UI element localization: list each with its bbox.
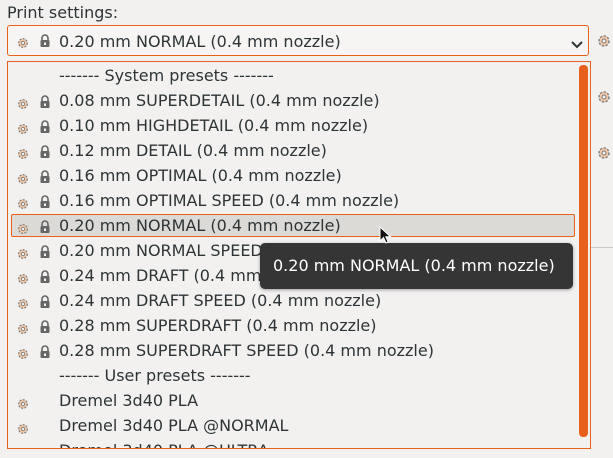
preset-item[interactable]: 0.08 mm SUPERDETAIL (0.4 mm nozzle) [8,89,576,113]
gear-icon [17,420,29,439]
gear-icon [17,270,29,289]
print-settings-combo[interactable]: 0.20 mm NORMAL (0.4 mm nozzle) [7,25,589,56]
preset-item[interactable]: 0.16 mm OPTIMAL SPEED (0.4 mm nozzle) [8,189,576,213]
preset-item-label: 0.16 mm OPTIMAL SPEED (0.4 mm nozzle) [59,191,400,210]
chevron-down-icon[interactable] [570,35,584,54]
gear-icon [17,170,29,189]
panel-divider [591,247,613,248]
gear-icon [17,345,29,364]
dropdown-scrollbar-thumb[interactable] [579,65,588,437]
preset-item[interactable]: 0.28 mm SUPERDRAFT SPEED (0.4 mm nozzle) [8,339,576,363]
gear-icon [17,245,29,264]
lock-icon [39,119,51,138]
preset-item[interactable]: 0.16 mm OPTIMAL (0.4 mm nozzle) [8,164,576,188]
gear-icon [17,445,29,448]
lock-icon [39,269,51,288]
preset-item[interactable]: 0.10 mm HIGHDETAIL (0.4 mm nozzle) [8,114,576,138]
gear-icon [17,120,29,139]
print-settings-panel: Print settings: 0.20 mm NORMAL (0.4 mm n… [0,0,613,458]
lock-icon [39,219,51,238]
preset-item-label: 0.08 mm SUPERDETAIL (0.4 mm nozzle) [59,91,380,110]
preset-item[interactable]: 0.12 mm DETAIL (0.4 mm nozzle) [8,139,576,163]
mouse-cursor-icon [379,225,393,250]
lock-icon [39,169,51,188]
preset-item[interactable]: 0.20 mm NORMAL (0.4 mm nozzle) [8,214,576,238]
preset-group-header: ------- System presets ------- [8,64,576,88]
lock-icon [39,194,51,213]
print-settings-label: Print settings: [7,3,119,22]
gear-icon [17,320,29,339]
gear-icon [17,34,29,53]
preset-item-label: 0.28 mm SUPERDRAFT SPEED (0.4 mm nozzle) [59,341,434,360]
lock-icon [39,33,51,52]
lock-icon [39,344,51,363]
preset-item[interactable]: Dremel 3d40 PLA @NORMAL [8,414,576,438]
preset-tooltip: 0.20 mm NORMAL (0.4 mm nozzle) [260,243,573,289]
preset-item-label: Dremel 3d40 PLA @ULTRA [59,441,269,448]
gear-icon[interactable] [597,33,611,52]
preset-item[interactable]: Dremel 3d40 PLA @ULTRA [8,439,576,448]
preset-item-label: 0.24 mm DRAFT SPEED (0.4 mm nozzle) [59,291,382,310]
gear-icon [17,220,29,239]
gear-icon [17,395,29,414]
lock-icon [39,244,51,263]
gear-icon [17,195,29,214]
preset-item-label: Dremel 3d40 PLA [59,391,199,410]
lock-icon [39,94,51,113]
gear-icon [17,145,29,164]
preset-item[interactable]: 0.28 mm SUPERDRAFT (0.4 mm nozzle) [8,314,576,338]
gear-icon[interactable] [597,89,611,108]
gear-icon [17,295,29,314]
lock-icon [39,319,51,338]
lock-icon [39,144,51,163]
preset-item-label: 0.10 mm HIGHDETAIL (0.4 mm nozzle) [59,116,369,135]
preset-group-header: ------- User presets ------- [8,364,576,388]
preset-item-label: 0.12 mm DETAIL (0.4 mm nozzle) [59,141,327,160]
preset-item-label: ------- User presets ------- [59,366,251,385]
lock-icon [39,294,51,313]
preset-item-label: 0.20 mm NORMAL (0.4 mm nozzle) [59,216,341,235]
preset-item-label: 0.16 mm OPTIMAL (0.4 mm nozzle) [59,166,342,185]
tooltip-text: 0.20 mm NORMAL (0.4 mm nozzle) [273,256,555,275]
combo-selected-value: 0.20 mm NORMAL (0.4 mm nozzle) [59,32,341,51]
preset-item-label: Dremel 3d40 PLA @NORMAL [59,416,289,435]
preset-item[interactable]: 0.24 mm DRAFT SPEED (0.4 mm nozzle) [8,289,576,313]
preset-item[interactable]: Dremel 3d40 PLA [8,389,576,413]
gear-icon [17,95,29,114]
gear-icon[interactable] [597,145,611,164]
preset-item-label: 0.28 mm SUPERDRAFT (0.4 mm nozzle) [59,316,377,335]
preset-item-label: ------- System presets ------- [59,66,274,85]
